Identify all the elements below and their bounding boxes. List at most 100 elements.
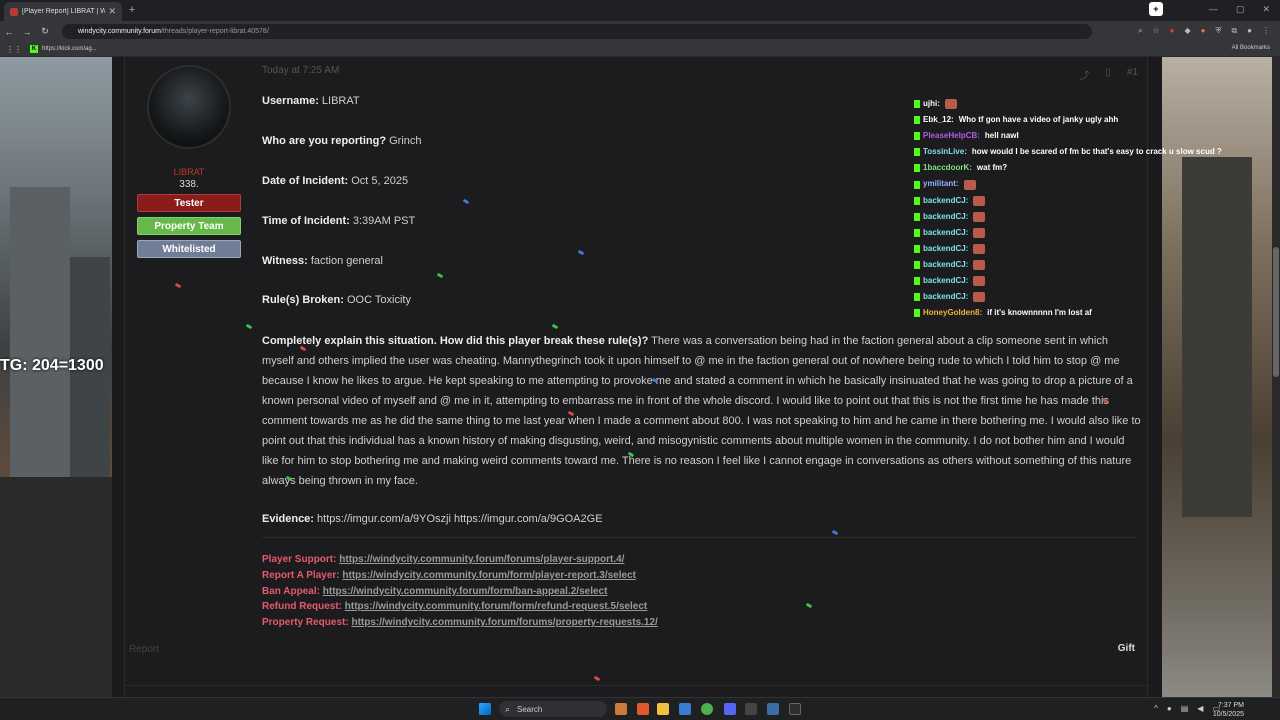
puzzle-icon[interactable]: ⧉: [1231, 26, 1237, 36]
volume-icon[interactable]: ◀: [1197, 704, 1203, 713]
chrome-icon[interactable]: [701, 703, 713, 715]
kick-badge-icon: [914, 309, 920, 318]
url-path: /threads/player-report-librat.40578/: [160, 28, 269, 35]
bookmark-star-icon[interactable]: ☆: [1152, 26, 1159, 36]
field-label: Evidence:: [262, 513, 314, 525]
kick-icon: K: [30, 45, 38, 53]
report-button[interactable]: Report: [129, 644, 159, 655]
chat-message: HoneyGolden8: if it's knownnnnn I'm lost …: [914, 305, 1254, 321]
signature-link-row: Property Request: https://windycity.comm…: [262, 615, 658, 631]
reload-icon[interactable]: ↻: [36, 26, 54, 37]
emote-icon: [944, 99, 957, 110]
chat-username[interactable]: backendCJ:: [923, 209, 968, 225]
kick-badge-icon: [914, 196, 920, 205]
field-date: Date of Incident: Oct 5, 2025: [262, 175, 408, 187]
chat-username[interactable]: 1baccdoorK:: [923, 160, 972, 176]
extension-icon[interactable]: ◆: [1184, 26, 1190, 36]
chat-username[interactable]: backendCJ:: [923, 225, 968, 241]
extension-plus-icon[interactable]: +: [1148, 2, 1163, 16]
url-field[interactable]: windycity.community.forum/threads/player…: [62, 24, 1092, 39]
chat-username[interactable]: backendCJ:: [923, 257, 968, 273]
maximize-icon[interactable]: ▢: [1236, 4, 1245, 15]
emote-icon: [963, 179, 976, 190]
close-tab-icon[interactable]: ✕: [108, 6, 116, 17]
avatar[interactable]: [147, 65, 231, 149]
profile-icon[interactable]: ●: [1247, 26, 1252, 36]
tray-chevron-icon[interactable]: ^: [1154, 704, 1158, 713]
close-window-icon[interactable]: ✕: [1262, 4, 1270, 15]
chat-message: ujhi:: [914, 96, 1254, 112]
report-player-link[interactable]: https://windycity.community.forum/form/p…: [342, 570, 636, 581]
ban-appeal-link[interactable]: https://windycity.community.forum/form/b…: [323, 586, 608, 597]
taskbar-app-icon[interactable]: [767, 703, 779, 715]
bookmark-icon[interactable]: ▯: [1105, 67, 1111, 82]
chat-message: backendCJ:: [914, 209, 1254, 225]
browser-tab[interactable]: [Player Report] LIBRAT | Windy ✕: [4, 2, 122, 21]
page-scrollbar[interactable]: [1272, 57, 1280, 697]
property-request-link[interactable]: https://windycity.community.forum/forums…: [351, 617, 657, 628]
back-icon[interactable]: ←: [0, 27, 18, 37]
network-icon[interactable]: ▤: [1181, 704, 1189, 713]
kick-badge-icon: [914, 228, 920, 237]
start-menu-icon[interactable]: [479, 703, 491, 715]
share-icon[interactable]: ⤴: [1079, 67, 1089, 82]
taskbar-clock[interactable]: 7:37 PM 10/5/2025: [1213, 701, 1244, 719]
chat-username[interactable]: backendCJ:: [923, 289, 968, 305]
zoom-icon[interactable]: ⌕: [1138, 26, 1142, 36]
field-value: Oct 5, 2025: [351, 175, 409, 187]
taskbar-app-icon[interactable]: [615, 703, 627, 715]
field-value: Grinch: [389, 135, 422, 147]
menu-icon[interactable]: ⋮: [1262, 26, 1270, 36]
field-value: OOC Toxicity: [346, 294, 411, 306]
field-time: Time of Incident: 3:39AM PST: [262, 215, 415, 227]
post-timestamp[interactable]: Today at 7:25 AM: [262, 65, 1142, 76]
field-witness: Witness: faction general: [262, 255, 383, 267]
mic-icon[interactable]: ●: [1167, 704, 1172, 713]
chat-username[interactable]: backendCJ:: [923, 241, 968, 257]
chat-username[interactable]: backendCJ:: [923, 273, 968, 289]
browser-tab-bar: [Player Report] LIBRAT | Windy ✕ + + — ▢…: [0, 0, 1280, 21]
taskbar-app-icon[interactable]: [745, 703, 757, 715]
scrollbar-thumb[interactable]: [1273, 247, 1279, 377]
gift-button[interactable]: Gift: [1118, 643, 1135, 654]
new-tab-icon[interactable]: +: [126, 4, 138, 16]
kick-badge-icon: [914, 164, 920, 173]
chat-username[interactable]: backendCJ:: [923, 193, 968, 209]
chat-message: backendCJ:: [914, 193, 1254, 209]
brave-icon[interactable]: [637, 703, 649, 715]
file-explorer-icon[interactable]: [657, 703, 669, 715]
chat-username[interactable]: ujhi:: [923, 96, 940, 112]
post-number[interactable]: #1: [1127, 67, 1138, 82]
refund-request-link[interactable]: https://windycity.community.forum/form/r…: [345, 601, 647, 612]
store-icon[interactable]: [679, 703, 691, 715]
shield-icon[interactable]: ⛨: [1215, 26, 1221, 36]
all-bookmarks[interactable]: All Bookmarks: [1232, 45, 1270, 51]
forward-icon[interactable]: →: [18, 27, 36, 37]
address-bar-row: ← → ↻ windycity.community.forum/threads/…: [0, 21, 1280, 42]
field-value: 3:39AM PST: [352, 215, 416, 227]
emote-icon: [973, 259, 986, 270]
chat-message: TossinLive: how would I be scared of fm b…: [914, 144, 1254, 160]
taskbar-app-icon[interactable]: [789, 703, 801, 715]
chat-message: backendCJ:: [914, 225, 1254, 241]
chat-username[interactable]: Ebk_12:: [923, 112, 954, 128]
bookmark-item[interactable]: K https://kick.com/ag...: [30, 45, 97, 53]
taskbar-search[interactable]: ⌕ Search: [499, 701, 607, 717]
chat-username[interactable]: PleaseHelpCB:: [923, 128, 980, 144]
user-name[interactable]: LIBRAT: [137, 167, 241, 177]
chat-username[interactable]: TossinLive:: [923, 144, 967, 160]
discord-icon[interactable]: [724, 703, 736, 715]
chat-username[interactable]: HoneyGolden8:: [923, 305, 982, 321]
link-label: Player Support:: [262, 554, 337, 565]
role-badge-tester: Tester: [137, 194, 241, 212]
field-rules-broken: Rule(s) Broken: OOC Toxicity: [262, 294, 411, 306]
extension-icon[interactable]: ●: [1170, 26, 1175, 36]
apps-grid-icon[interactable]: ⋮⋮: [6, 45, 22, 54]
player-support-link[interactable]: https://windycity.community.forum/forums…: [339, 554, 624, 565]
window-controls: + — ▢ ✕: [1148, 2, 1270, 16]
extension-icon[interactable]: ●: [1201, 26, 1206, 36]
explanation-label: Completely explain this situation. How d…: [262, 335, 649, 347]
stream-chat-overlay: ujhi: Ebk_12: Who tf gon have a video of j…: [914, 96, 1254, 321]
chat-username[interactable]: ymilitant:: [923, 176, 959, 192]
minimize-icon[interactable]: —: [1209, 4, 1218, 15]
